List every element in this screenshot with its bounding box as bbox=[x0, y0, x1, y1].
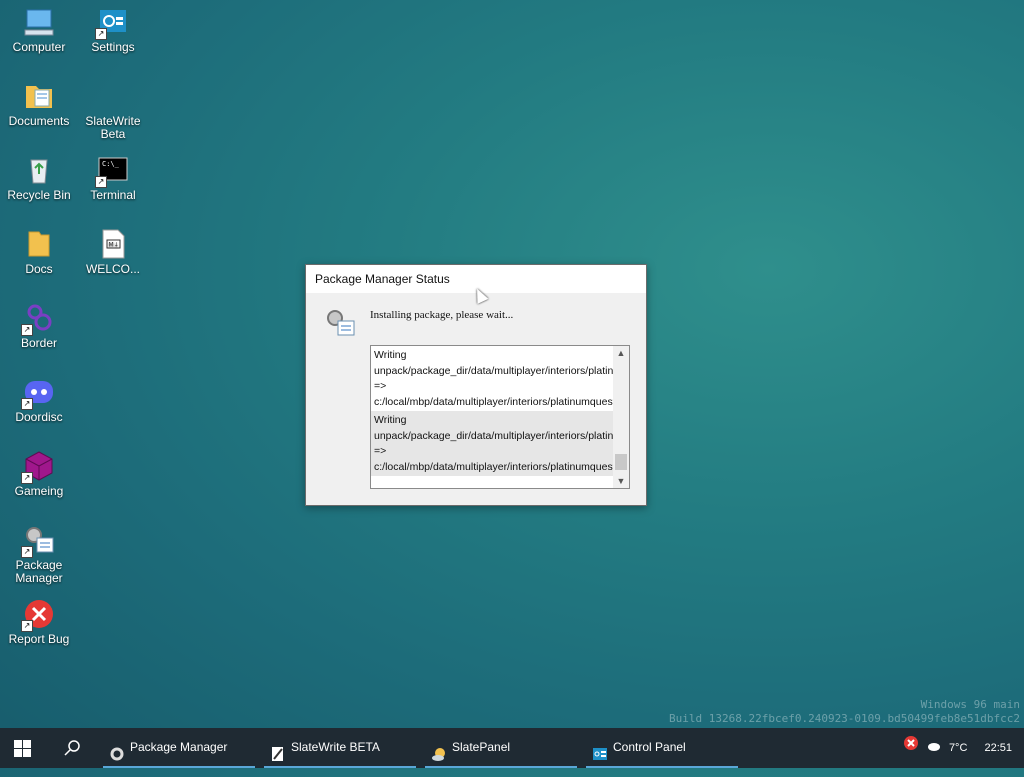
desktop-icon-computer[interactable]: Computer bbox=[2, 4, 76, 54]
log-line: Writing unpack/package_dir/data/multipla… bbox=[374, 349, 630, 408]
desktop-icon-doordisc[interactable]: ↗ Doordisc bbox=[2, 374, 76, 424]
desktop-icon-recycle-bin[interactable]: Recycle Bin bbox=[2, 152, 76, 202]
search-icon[interactable] bbox=[62, 738, 82, 758]
desktop-icon-slatewrite[interactable]: SlateWrite Beta bbox=[76, 78, 150, 141]
taskbar-item-label: SlatePanel bbox=[452, 740, 511, 754]
icon-label: Computer bbox=[12, 40, 66, 54]
scroll-up-icon[interactable]: ▲ bbox=[613, 346, 629, 360]
computer-icon bbox=[23, 6, 55, 38]
package-manager-icon: ↗ bbox=[21, 524, 55, 558]
scroll-thumb[interactable] bbox=[615, 454, 627, 470]
shortcut-arrow-icon: ↗ bbox=[21, 398, 33, 410]
log-scrollbar[interactable]: ▲ ▼ bbox=[613, 346, 629, 488]
package-install-icon bbox=[324, 307, 356, 339]
icon-label: Docs bbox=[25, 262, 53, 276]
icon-label: Gameing bbox=[14, 484, 64, 498]
icon-label: WELCO... bbox=[85, 262, 140, 276]
desktop-icon-documents[interactable]: Documents bbox=[2, 78, 76, 128]
desktop-icon-report-bug[interactable]: ↗ Report Bug bbox=[2, 596, 76, 646]
system-tray: 7°C 22:51 bbox=[897, 728, 1012, 768]
start-button[interactable] bbox=[14, 740, 31, 757]
gear-icon bbox=[109, 739, 125, 761]
shortcut-arrow-icon: ↗ bbox=[21, 546, 33, 558]
border-icon: ↗ bbox=[21, 302, 55, 336]
icon-label: Terminal bbox=[90, 188, 136, 202]
icon-label: Package Manager bbox=[15, 558, 63, 585]
desktop-icon-welcome[interactable]: M↓ WELCO... bbox=[76, 226, 150, 276]
desktop-icon-docs[interactable]: Docs bbox=[2, 226, 76, 276]
markdown-file-icon: M↓ bbox=[97, 228, 129, 260]
clock[interactable]: 22:51 bbox=[984, 728, 1012, 768]
shortcut-arrow-icon: ↗ bbox=[21, 324, 33, 336]
folder-icon bbox=[23, 228, 55, 260]
svg-text:M↓: M↓ bbox=[109, 242, 119, 249]
icon-label: Documents bbox=[8, 114, 70, 128]
taskbar-item-package-manager[interactable]: Package Manager bbox=[103, 728, 255, 768]
windows-logo-icon bbox=[14, 740, 22, 748]
watermark-line: Windows 96 main bbox=[920, 698, 1020, 711]
shortcut-arrow-icon: ↗ bbox=[21, 472, 33, 484]
taskbar-item-slatewrite[interactable]: SlateWrite BETA bbox=[264, 728, 416, 768]
icon-label: Border bbox=[20, 336, 58, 350]
shortcut-arrow-icon: ↗ bbox=[21, 620, 33, 632]
desktop-icon-settings[interactable]: ↗ Settings bbox=[76, 4, 150, 54]
taskbar-item-control-panel[interactable]: Control Panel bbox=[586, 728, 738, 768]
desktop-icon-gameing[interactable]: ↗ Gameing bbox=[2, 448, 76, 498]
doordisc-icon: ↗ bbox=[21, 376, 55, 410]
cube-icon: ↗ bbox=[21, 450, 55, 484]
error-icon: ↗ bbox=[21, 598, 55, 632]
terminal-icon: C:\_ ↗ bbox=[95, 154, 129, 188]
desktop-icon-package-manager[interactable]: ↗ Package Manager bbox=[2, 522, 76, 585]
cloud-icon[interactable] bbox=[927, 728, 940, 768]
icon-label: SlateWrite Beta bbox=[85, 114, 141, 141]
shortcut-arrow-icon: ↗ bbox=[95, 28, 107, 40]
taskbar-item-label: SlateWrite BETA bbox=[291, 740, 380, 754]
weather-icon bbox=[431, 739, 447, 761]
pen-icon bbox=[270, 739, 286, 761]
watermark-line: Build 13268.22fbcef0.240923-0109.bd50499… bbox=[669, 712, 1020, 725]
icon-label: Settings bbox=[91, 40, 135, 54]
icon-label: Doordisc bbox=[15, 410, 63, 424]
desktop-icon-border[interactable]: ↗ Border bbox=[2, 300, 76, 350]
documents-icon bbox=[23, 80, 55, 112]
taskbar-item-label: Package Manager bbox=[130, 740, 228, 754]
svg-text:C:\_: C:\_ bbox=[102, 160, 120, 168]
error-notification-icon[interactable] bbox=[903, 728, 919, 768]
taskbar-item-slatepanel[interactable]: SlatePanel bbox=[425, 728, 577, 768]
desktop-icon-terminal[interactable]: C:\_ ↗ Terminal bbox=[76, 152, 150, 202]
icon-label: Report Bug bbox=[8, 632, 70, 646]
taskbar-item-label: Control Panel bbox=[613, 740, 686, 754]
recycle-bin-icon bbox=[23, 154, 55, 186]
scroll-down-icon[interactable]: ▼ bbox=[613, 474, 629, 488]
control-panel-icon bbox=[592, 739, 608, 760]
slatewrite-icon bbox=[97, 80, 129, 112]
icon-label: Recycle Bin bbox=[7, 188, 71, 202]
status-message: Installing package, please wait... bbox=[370, 309, 514, 321]
settings-icon: ↗ bbox=[95, 6, 129, 40]
shortcut-arrow-icon: ↗ bbox=[95, 176, 107, 188]
build-watermark: Windows 96 main Build 13268.22fbcef0.240… bbox=[669, 698, 1020, 726]
taskbar: Package Manager SlateWrite BETA SlatePan… bbox=[0, 728, 1024, 768]
install-log[interactable]: Writing unpack/package_dir/data/multipla… bbox=[370, 345, 630, 489]
temperature[interactable]: 7°C bbox=[949, 728, 967, 768]
log-line: Writing unpack/package_dir/data/multipla… bbox=[371, 411, 629, 476]
